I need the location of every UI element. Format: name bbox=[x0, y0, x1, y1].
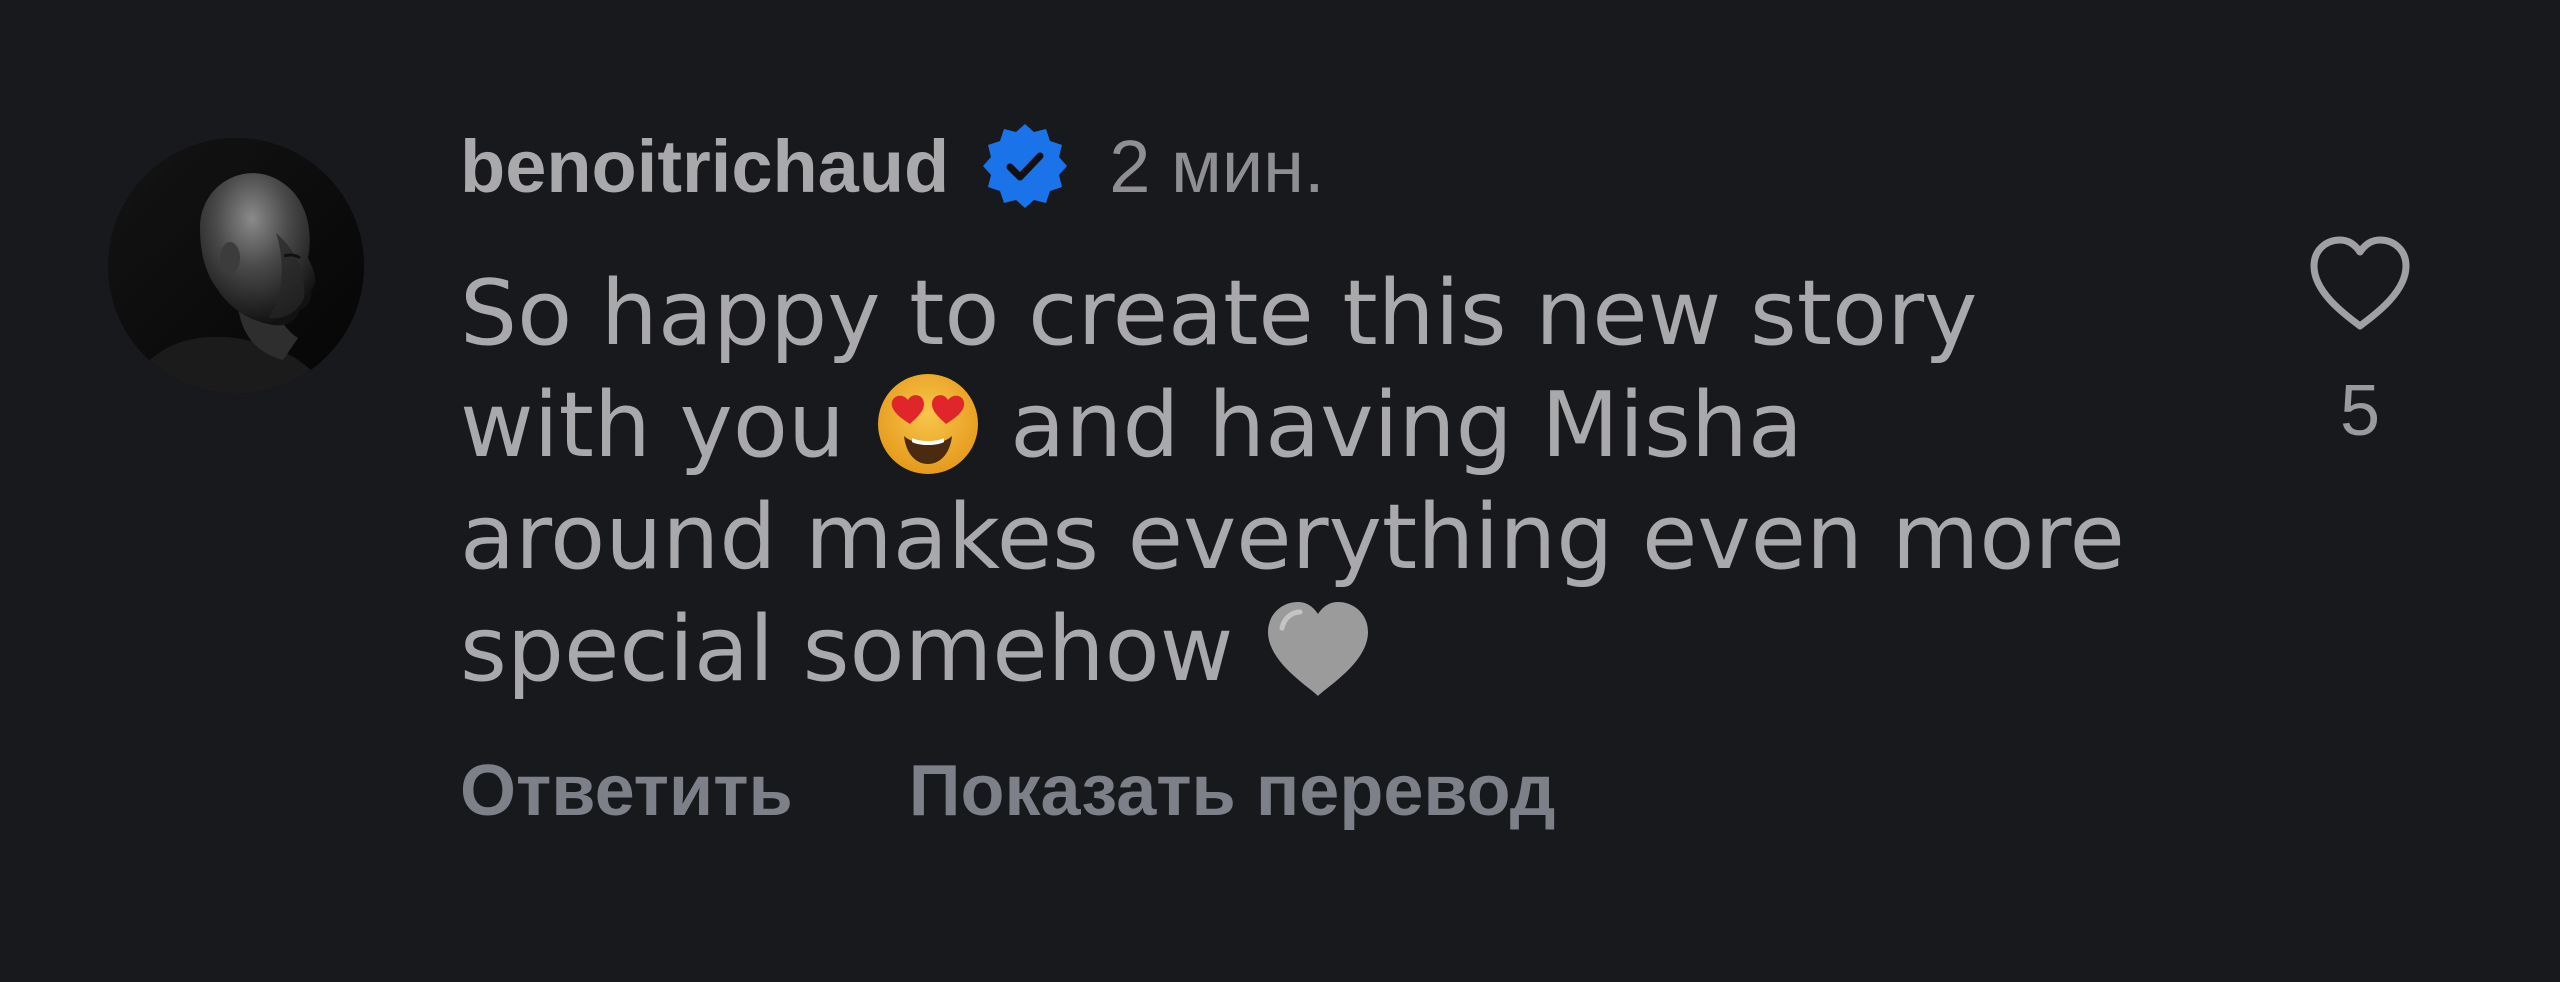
comment-text-line: around makes everything even more bbox=[460, 482, 2220, 594]
heart-outline-icon bbox=[2310, 236, 2410, 330]
white-heart-emoji-icon bbox=[1262, 598, 1374, 728]
verified-badge-icon bbox=[979, 120, 1071, 212]
comment-text-segment: special somehow bbox=[460, 597, 1262, 702]
comment-text-line: with you and having Misha bbox=[460, 370, 2220, 482]
like-count: 5 bbox=[2339, 371, 2381, 451]
username-link[interactable]: benoitrichaud bbox=[460, 124, 949, 209]
comment-header: benoitrichaud 2 мин. bbox=[460, 118, 1325, 214]
avatar[interactable] bbox=[108, 138, 364, 394]
comment-text: So happy to create this new story with y… bbox=[460, 258, 2220, 706]
comment-actions: Ответить Показать перевод bbox=[460, 750, 1555, 832]
like-button[interactable] bbox=[2300, 226, 2420, 346]
comment-text-segment: and having Misha bbox=[1010, 373, 1804, 478]
comment-text-line: So happy to create this new story bbox=[460, 258, 2220, 370]
comment-item: benoitrichaud 2 мин. So happy to create … bbox=[0, 0, 2560, 982]
comment-text-segment: around makes everything even more bbox=[460, 485, 2125, 590]
comment-text-segment: with you bbox=[460, 373, 874, 478]
comment-text-segment: So happy to create this new story bbox=[460, 261, 1978, 366]
show-translation-button[interactable]: Показать перевод bbox=[909, 750, 1556, 832]
avatar-portrait-image bbox=[108, 138, 364, 394]
comment-timestamp: 2 мин. bbox=[1109, 124, 1325, 208]
comment-text-line: special somehow bbox=[460, 594, 2220, 706]
reply-button[interactable]: Ответить bbox=[460, 750, 793, 832]
